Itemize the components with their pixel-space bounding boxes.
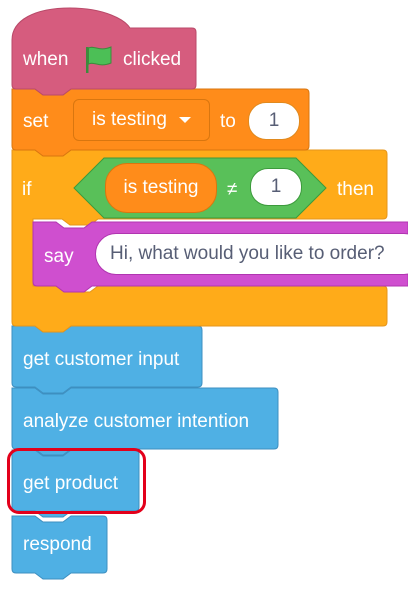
to-label: to	[220, 111, 236, 132]
reporter-label: is testing	[123, 177, 199, 198]
respond-label: respond	[23, 534, 92, 555]
set-value-input[interactable]: 1	[248, 102, 300, 140]
say-label: say	[44, 246, 74, 267]
variable-name: is testing	[92, 109, 167, 130]
when-label: when	[23, 49, 69, 70]
if-label: if	[22, 179, 32, 200]
analyze-customer-intention-label: analyze customer intention	[23, 411, 250, 432]
dropdown-caret-icon	[179, 117, 191, 123]
is-testing-reporter[interactable]: is testing	[105, 163, 217, 213]
set-value: 1	[268, 110, 280, 131]
compare-value: 1	[270, 176, 282, 197]
clicked-label: clicked	[123, 49, 182, 70]
say-message-input[interactable]: Hi, what would you like to order?	[95, 233, 408, 275]
compare-value-input[interactable]: 1	[250, 168, 302, 206]
set-label: set	[23, 111, 49, 132]
say-message: Hi, what would you like to order?	[110, 243, 385, 264]
get-customer-input-label: get customer input	[23, 349, 180, 370]
highlight-box	[7, 448, 146, 514]
not-equal-sign: ≠	[227, 179, 238, 200]
then-label: then	[337, 179, 374, 200]
